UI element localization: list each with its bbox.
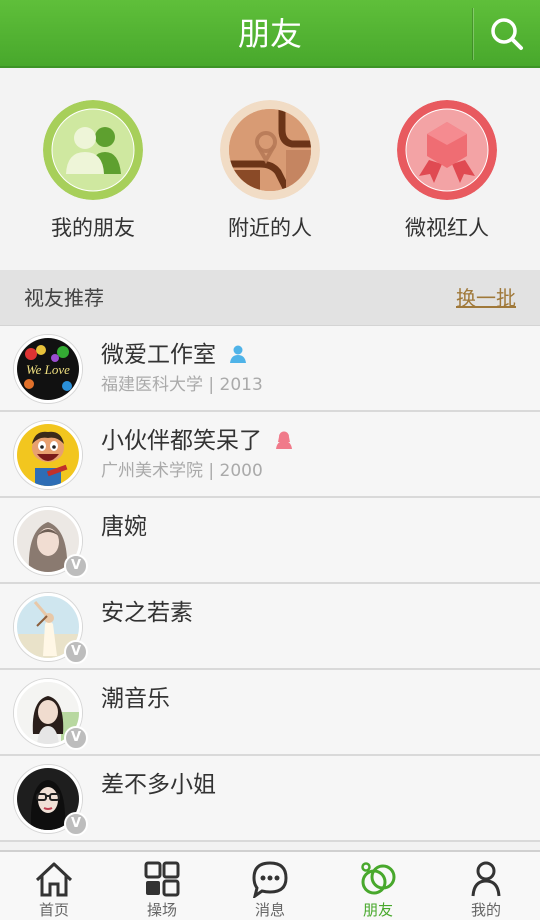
section-title: 视友推荐 [24,286,104,310]
list-item[interactable]: 小伙伴都笑呆了 广州美术学院 | 2000 [0,412,540,498]
female-gender-icon [276,426,292,458]
tab-home-label: 首页 [38,901,69,919]
user-name: 差不多小姐 [101,772,216,798]
grid-icon [144,861,180,897]
ribbon-badge-icon [397,100,497,200]
avatar: We Love [14,335,82,403]
verified-v-badge: V [64,726,88,750]
user-name: 微爱工作室 [101,339,246,372]
person-icon [471,861,501,897]
verified-v-badge: V [64,554,88,578]
refresh-batch-link[interactable]: 换一批 [456,270,516,326]
weishi-stars-button[interactable]: 微视红人 [357,100,537,242]
top-bar: 朋友 [0,0,540,68]
user-name: 唐婉 [101,514,147,540]
verified-v-badge: V [64,640,88,664]
tab-messages-label: 消息 [254,901,285,919]
my-friends-label: 我的朋友 [51,216,135,240]
nearby-people-label: 附近的人 [228,216,312,240]
we-love-text: We Love [26,362,70,377]
page-title: 朋友 [237,15,302,53]
map-pin-icon [220,100,320,200]
bottom-tab-bar: 首页 操场 消息 朋友 我的 [0,850,540,920]
my-friends-button[interactable]: 我的朋友 [3,100,183,242]
tab-profile-label: 我的 [470,901,501,919]
avatar [14,421,82,489]
friends-icon [43,100,143,200]
user-school: 福建医科大学 | 2013 [101,375,263,395]
weishi-stars-label: 微视红人 [405,216,489,240]
verified-v-badge: V [64,812,88,836]
chat-bubble-icon [252,861,288,898]
recommendations-header: 视友推荐 换一批 [0,270,540,326]
user-name: 安之若素 [101,600,193,626]
user-name: 潮音乐 [101,686,170,712]
list-item[interactable]: V 安之若素 [0,584,540,670]
list-item[interactable]: We Love 微爱工作室 福建医科大学 | 2013 [0,326,540,412]
header-divider [472,8,473,60]
tab-playground[interactable]: 操场 [108,852,216,920]
tab-home[interactable]: 首页 [0,852,108,920]
tab-friends[interactable]: 朋友 [324,852,432,920]
tab-messages[interactable]: 消息 [216,852,324,920]
friends-rings-icon [361,862,396,895]
list-item[interactable]: V 差不多小姐 [0,756,540,842]
tab-profile[interactable]: 我的 [432,852,540,920]
home-icon [35,862,73,897]
nearby-people-button[interactable]: 附近的人 [180,100,360,242]
search-icon [491,18,523,50]
recommended-users-list: We Love 微爱工作室 福建医科大学 | 2013 小伙伴都笑呆了 广州美术… [0,326,540,842]
list-item[interactable]: V 潮音乐 [0,670,540,756]
user-school: 广州美术学院 | 2000 [101,461,263,481]
user-name: 小伙伴都笑呆了 [101,425,292,458]
tab-friends-label: 朋友 [362,901,393,919]
search-button[interactable] [482,10,532,58]
list-item[interactable]: V 唐婉 [0,498,540,584]
tab-playground-label: 操场 [146,901,177,919]
feature-shortcuts: 我的朋友 附近的人 微视红人 [0,68,540,270]
male-gender-icon [230,340,246,372]
